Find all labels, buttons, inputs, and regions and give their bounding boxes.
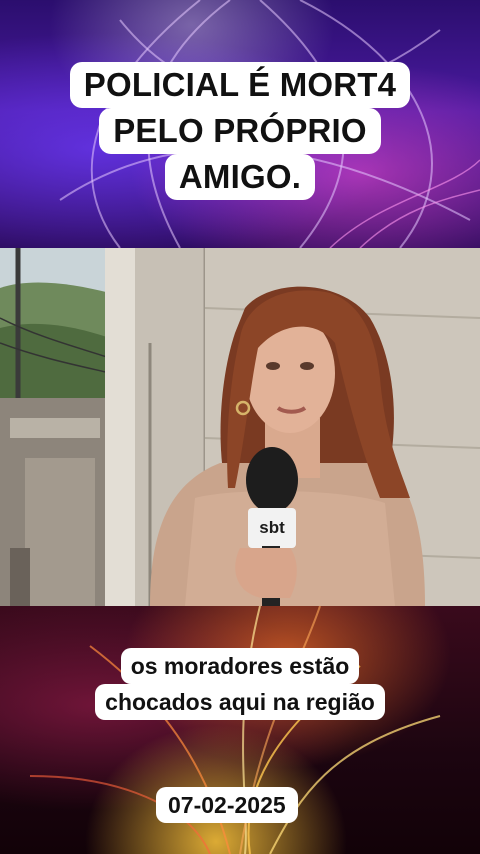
news-video-frame[interactable]: sbt <box>0 248 480 606</box>
headline-line: AMIGO. <box>164 154 316 200</box>
headline: POLICIAL É MORT4 PELO PRÓPRIO AMIGO. <box>50 62 430 200</box>
caption-line: os moradores estão <box>120 648 360 684</box>
headline-line: PELO PRÓPRIO <box>99 108 381 154</box>
reporter-scene: sbt <box>0 248 480 606</box>
caption-line: chocados aqui na região <box>95 684 385 720</box>
mic-logo: sbt <box>259 518 285 537</box>
headline-line: POLICIAL É MORT4 <box>69 62 411 108</box>
date-label: 07-02-2025 <box>156 787 298 823</box>
subtitle-caption: os moradores estão chocados aqui na regi… <box>70 648 410 720</box>
